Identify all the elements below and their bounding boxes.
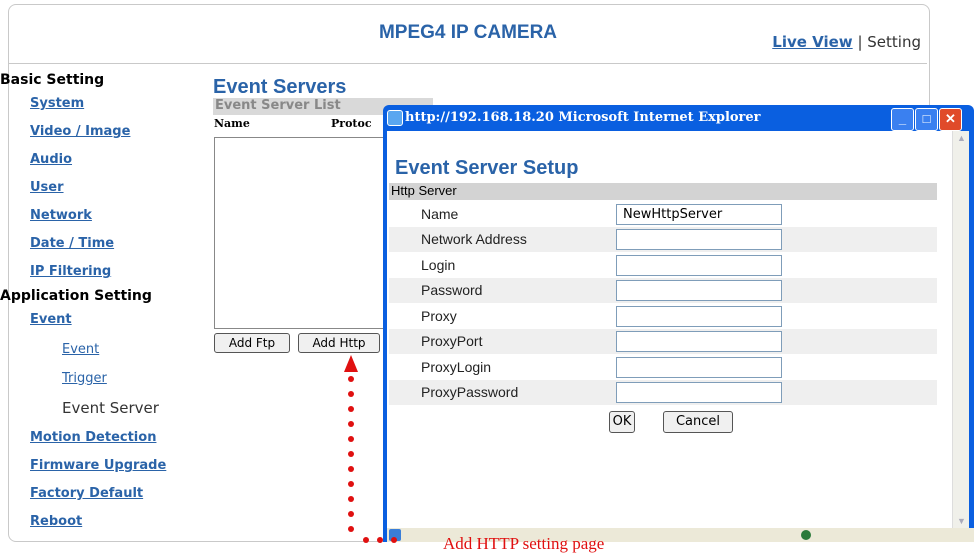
popup-body: Event Server Setup Http Server Name NewH… (387, 131, 969, 528)
password-field[interactable] (616, 280, 782, 301)
internet-zone-icon (801, 530, 811, 540)
vertical-scrollbar[interactable]: ▲ ▼ (952, 131, 969, 528)
column-name: Name (214, 117, 250, 130)
form-row: Password (389, 278, 937, 303)
proxy-field[interactable] (616, 306, 782, 327)
event-server-setup-heading: Event Server Setup (395, 157, 579, 179)
proxy-login-field[interactable] (616, 357, 782, 378)
add-http-button[interactable]: Add Http (298, 333, 380, 353)
nav-network[interactable]: Network (30, 208, 92, 223)
add-ftp-button[interactable]: Add Ftp (214, 333, 290, 353)
event-server-listbox[interactable] (214, 137, 391, 329)
link-separator: | (857, 33, 863, 51)
section-basic-setting: Basic Setting (0, 72, 105, 88)
nav-ip-filtering[interactable]: IP Filtering (30, 264, 111, 279)
field-label: Proxy (421, 308, 457, 324)
nav-system[interactable]: System (30, 96, 84, 111)
setting-label: Setting (867, 33, 921, 51)
network-address-field[interactable] (616, 229, 782, 250)
name-field[interactable]: NewHttpServer (616, 204, 782, 225)
nav-sub-event[interactable]: Event (62, 342, 99, 357)
ie-popup-window: http://192.168.18.20 Microsoft Internet … (383, 105, 974, 542)
proxy-port-field[interactable] (616, 331, 782, 352)
form-row: Proxy (389, 304, 937, 329)
ie-icon (387, 110, 403, 126)
cancel-button[interactable]: Cancel (663, 411, 733, 433)
annotation-caption: Add HTTP setting page (443, 534, 605, 553)
nav-motion-detection[interactable]: Motion Detection (30, 430, 156, 445)
nav-sub-event-server: Event Server (62, 399, 159, 417)
popup-title: http://192.168.18.20 Microsoft Internet … (405, 110, 761, 125)
scroll-down-icon[interactable]: ▼ (957, 516, 966, 526)
event-servers-heading: Event Servers (213, 76, 347, 98)
http-server-section: Http Server (389, 183, 937, 200)
column-protocol: Protoc (331, 117, 372, 130)
live-view-link[interactable]: Live View (772, 33, 852, 51)
section-application-setting: Application Setting (0, 288, 152, 304)
maximize-icon[interactable]: □ (915, 108, 938, 131)
ok-button[interactable]: OK (609, 411, 635, 433)
form-row: Name NewHttpServer (389, 202, 937, 227)
field-label: Login (421, 257, 456, 273)
nav-sub-trigger[interactable]: Trigger (62, 371, 107, 386)
page-icon (389, 529, 401, 541)
field-label: Name (421, 206, 459, 222)
scroll-up-icon[interactable]: ▲ (957, 133, 966, 143)
nav-user[interactable]: User (30, 180, 64, 195)
form-row: ProxyLogin (389, 355, 937, 380)
nav-firmware-upgrade[interactable]: Firmware Upgrade (30, 458, 166, 473)
field-label: Network Address (421, 231, 527, 247)
nav-audio[interactable]: Audio (30, 152, 72, 167)
form-row: Network Address (389, 227, 937, 252)
nav-reboot[interactable]: Reboot (30, 514, 82, 529)
nav-factory-default[interactable]: Factory Default (30, 486, 143, 501)
field-label: ProxyPort (421, 333, 483, 349)
header: MPEG4 IP CAMERA Live View | Setting (9, 5, 927, 64)
form-row: ProxyPort (389, 329, 937, 354)
nav-video-image[interactable]: Video / Image (30, 124, 130, 139)
nav-date-time[interactable]: Date / Time (30, 236, 114, 251)
minimize-icon[interactable]: _ (891, 108, 914, 131)
proxy-password-field[interactable] (616, 382, 782, 403)
close-icon[interactable]: ✕ (939, 108, 962, 131)
form-row: Login (389, 253, 937, 278)
top-links: Live View | Setting (772, 33, 921, 51)
field-label: ProxyPassword (421, 384, 519, 400)
field-label: Password (421, 282, 483, 298)
form-row: ProxyPassword (389, 380, 937, 405)
login-field[interactable] (616, 255, 782, 276)
field-label: ProxyLogin (421, 359, 492, 375)
nav-event[interactable]: Event (30, 312, 72, 327)
